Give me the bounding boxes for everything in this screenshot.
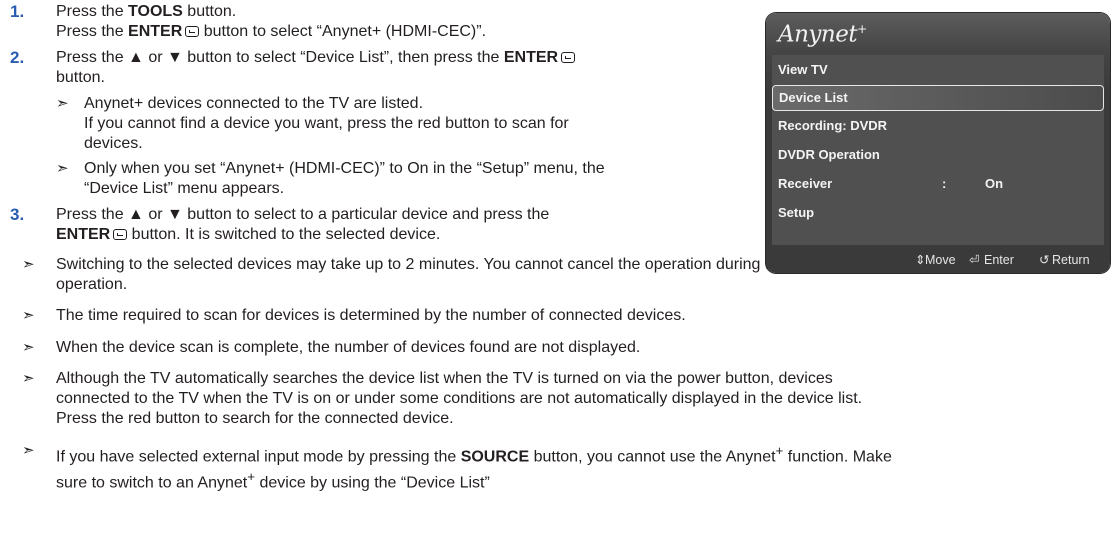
text: sure to switch to an Anynet+ device by u… [56,467,892,493]
text: If you have selected external input mode… [56,448,461,466]
note-3: When the device scan is complete, the nu… [56,339,641,356]
menu-item-device-list[interactable]: Device List [772,85,1104,111]
menu-item-receiver[interactable]: Receiver : On [772,171,1104,197]
step-2-line-2: button. [56,69,105,86]
enter-label: Enter [984,253,1014,267]
enter-keyword: ENTER [128,23,183,40]
enter-icon: ⏎ [969,253,980,267]
text: Only when you set “Anynet+ (HDMI-CEC)” t… [84,160,605,177]
anynet-menu-screen: Anynet+ View TV Device List Recording: D… [766,13,1110,273]
enter-icon [185,26,200,37]
text: Press the [56,3,129,20]
enter-keyword: ENTER [56,226,111,243]
step-3-line-2: ENTER button. It is switched to the sele… [56,225,440,245]
text: Press the ▲ or ▼ button to select “Devic… [56,49,504,66]
menu-item-setup[interactable]: Setup [772,200,1104,226]
text: If you have selected external input mode… [56,441,892,467]
note-1: Switching to the selected devices may ta… [56,255,857,295]
step-3-number: 3. [10,205,25,224]
return-label: Return [1052,253,1090,267]
note-arrow-icon: ➣ [56,95,69,112]
text: button. It is switched to the selected d… [127,226,441,243]
text: Anynet+ devices connected to the TV are … [84,95,424,112]
step-1-number: 1. [10,2,25,21]
text: connected to the TV when the TV is on or… [56,390,863,407]
plus-superscript: + [247,469,256,485]
step-2-note-2: Only when you set “Anynet+ (HDMI-CEC)” t… [84,159,605,199]
text: button to select “Anynet+ (HDMI-CEC)”. [199,23,487,40]
text: button, you cannot use the Anynet [529,448,776,466]
note-arrow-icon: ➣ [22,307,35,324]
tools-keyword: TOOLS [128,3,183,20]
receiver-value: On [985,176,1004,191]
text: Press the red button to search for the c… [56,410,454,427]
step-1-line-1: Press the TOOLS button. [56,2,236,22]
enter-icon [113,229,128,240]
text: “Device List” menu appears. [84,180,285,197]
move-label: Move [925,253,956,267]
note-2: The time required to scan for devices is… [56,307,686,324]
separator: : [942,176,947,191]
text: function. Make [783,448,892,466]
text: Switching to the selected devices may ta… [56,256,858,273]
text: operation. [56,276,128,293]
return-icon: ↺ [1039,253,1050,267]
note-arrow-icon: ➣ [22,370,35,387]
note-arrow-icon: ➣ [56,160,69,177]
updown-icon: ⇕ [915,253,926,267]
menu-item-view-tv[interactable]: View TV [772,57,1104,83]
text: sure to switch to an Anynet [56,474,248,492]
step-2-line-1: Press the ▲ or ▼ button to select “Devic… [56,48,576,68]
menu-item-dvdr-operation[interactable]: DVDR Operation [772,142,1104,168]
note-arrow-icon: ➣ [22,442,35,459]
step-2-number: 2. [10,48,25,67]
anynet-menu-list: View TV Device List Recording: DVDR DVDR… [772,55,1104,245]
text: If you cannot find a device you want, pr… [84,115,569,132]
enter-keyword: ENTER [503,49,559,66]
step-1-line-2: Press the ENTER button to select “Anynet… [56,22,486,42]
text: device by using the “Device List” [255,474,490,492]
source-keyword: SOURCE [460,448,530,466]
text: Press the [56,23,129,40]
note-4: Although the TV automatically searches t… [56,369,862,429]
note-arrow-icon: ➣ [22,256,35,273]
step-2-note-1: Anynet+ devices connected to the TV are … [84,94,569,154]
text: devices. [84,135,143,152]
enter-icon [561,52,576,63]
menu-item-recording-dvdr[interactable]: Recording: DVDR [772,113,1104,139]
text: Although the TV automatically searches t… [56,370,833,387]
anynet-logo: Anynet+ [778,21,867,48]
note-arrow-icon: ➣ [22,339,35,356]
note-5: If you have selected external input mode… [56,441,892,494]
text: button. [182,3,237,20]
step-3-line-1: Press the ▲ or ▼ button to select to a p… [56,206,550,223]
